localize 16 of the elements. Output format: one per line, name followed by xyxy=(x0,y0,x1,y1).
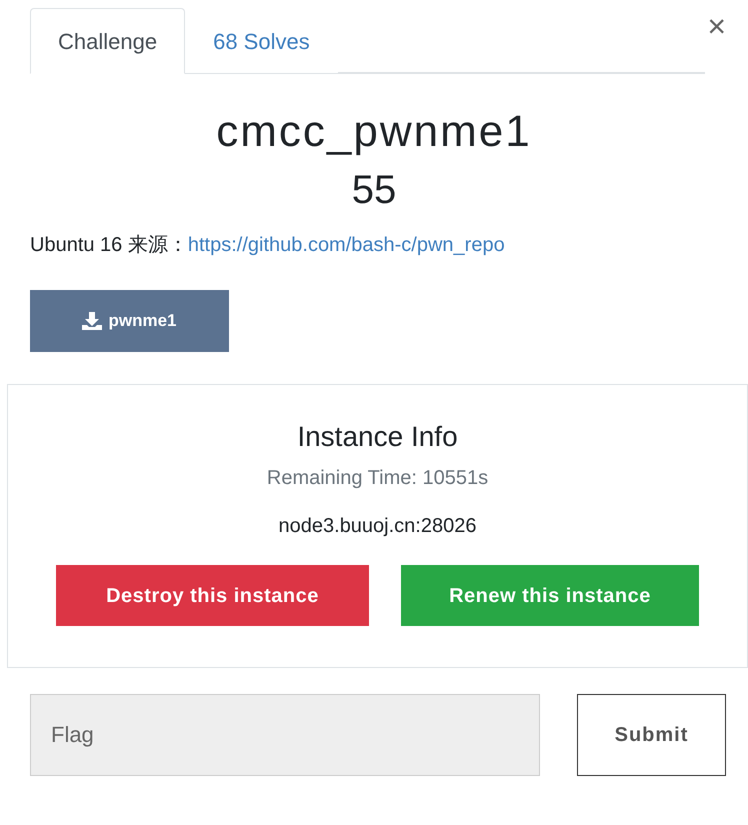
challenge-description: Ubuntu 16 来源：https://github.com/bash-c/pwn_repo xyxy=(30,233,506,258)
tab[interactable]: Challenge xyxy=(30,8,186,74)
repository-link[interactable]: https://github.com/bash-c/pwn_repo xyxy=(188,234,505,256)
close-button[interactable]: × xyxy=(707,10,726,42)
challenge-name: cmcc_pwnme1 xyxy=(216,106,532,158)
download-icon xyxy=(82,312,102,330)
instance-host: node3.buuoj.cn:28026 xyxy=(278,514,476,539)
remaining-time: Remaining Time: 10551s xyxy=(266,466,488,491)
download-button[interactable]: pwnme1 xyxy=(30,290,229,352)
submit-button[interactable]: Submit xyxy=(577,694,726,776)
challenge-points: 55 xyxy=(352,167,396,214)
flag-field[interactable]: Flag xyxy=(30,694,540,776)
tab[interactable]: 68 Solves xyxy=(185,8,338,74)
instance-button[interactable]: Renew this instance xyxy=(401,565,699,626)
instance-button[interactable]: Destroy this instance xyxy=(56,565,369,626)
instance-title: Instance Info xyxy=(297,420,458,454)
